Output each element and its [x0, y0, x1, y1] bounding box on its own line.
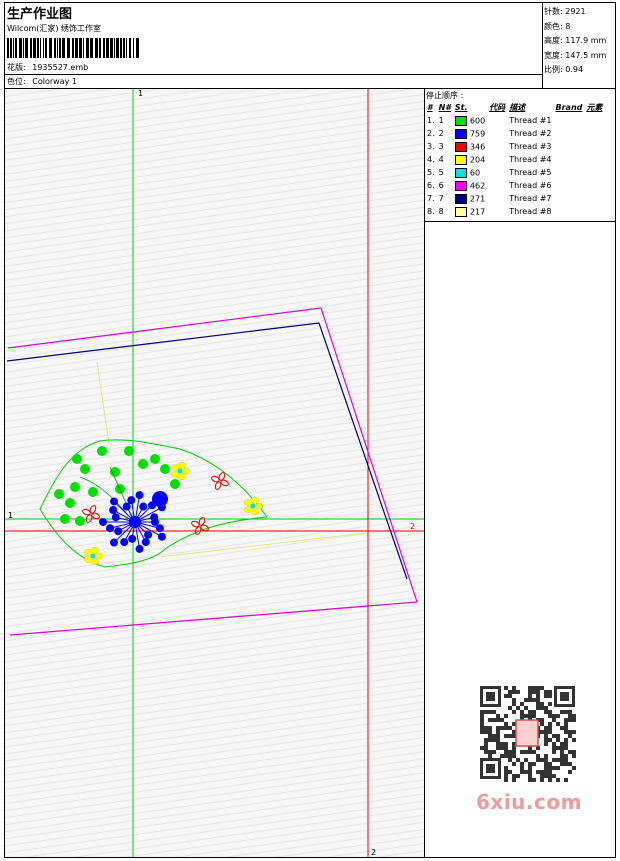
sequence-row: 2. 2 759 Thread #2 [425, 127, 604, 140]
colorway-line: 色位: Colorway 1 [7, 76, 77, 87]
design-line: 花版: 1935527.emb [7, 62, 88, 73]
row-index: 5. [427, 168, 435, 177]
axis-label-h1: 1 [8, 511, 14, 520]
magenta-outline [7, 307, 418, 636]
row-stitch: 600 [453, 114, 487, 127]
stop-sequence-panel: 停止顺序 : # N# St. 代码 描述 Brand 元素 1. 1 600 Thr… [424, 89, 615, 222]
axis-label-v1: 1 [138, 89, 144, 98]
colorway-value: Colorway 1 [32, 77, 77, 86]
design-canvas[interactable] [5, 89, 424, 857]
sequence-table: # N# St. 代码 描述 Brand 元素 1. 1 600 Thread #1 2… [425, 101, 604, 218]
row-number: 3 [438, 142, 444, 151]
row-description: Thread #5 [509, 168, 552, 177]
scale-row: 比例: 0.94 [544, 65, 584, 74]
axis-label-h2: 2 [410, 522, 416, 531]
row-description: Thread #4 [509, 155, 552, 164]
stitches-row: 针数: 2921 [544, 7, 586, 16]
row-number: 5 [438, 168, 444, 177]
col-code: 代码 [489, 103, 506, 112]
watermark-logo: 6xiu.com [476, 790, 582, 814]
sequence-row: 3. 3 346 Thread #3 [425, 140, 604, 153]
row-number: 2 [438, 129, 444, 138]
sequence-row: 6. 6 462 Thread #6 [425, 179, 604, 192]
row-index: 1. [427, 116, 435, 125]
page-title: 生产作业图 [7, 7, 73, 22]
axis-label-v2: 2 [371, 848, 377, 857]
row-stitch: 759 [453, 127, 487, 140]
colors-value: 8 [565, 21, 571, 31]
navy-outline [6, 322, 408, 580]
color-swatch [454, 193, 467, 204]
embroidery-design [5, 89, 424, 857]
sequence-row: 8. 8 217 Thread #8 [425, 205, 604, 218]
color-swatch [454, 167, 467, 178]
design-stats: 针数: 2921 颜色: 8 高度: 117.9 mm 宽度: 147.5 mm… [544, 5, 606, 78]
yellow-flowers [83, 462, 264, 565]
row-description: Thread #1 [509, 116, 552, 125]
row-number: 6 [438, 181, 444, 190]
color-swatch [454, 180, 467, 191]
row-stitch: 271 [453, 192, 487, 205]
width-row: 宽度: 147.5 mm [544, 50, 607, 60]
design-label: 花版: [7, 63, 26, 72]
sequence-header-row: # N# St. 代码 描述 Brand 元素 [425, 101, 604, 114]
row-number: 7 [438, 194, 444, 203]
barcode-image [7, 38, 139, 58]
header-divider-1 [5, 74, 542, 75]
col-index: # [427, 103, 433, 112]
color-swatch [454, 128, 467, 139]
sequence-row: 1. 1 600 Thread #1 [425, 114, 604, 127]
colors-row: 颜色: 8 [544, 21, 571, 31]
row-stitch: 204 [453, 153, 487, 166]
stitches-value: 2921 [565, 7, 586, 16]
sequence-row: 5. 5 60 Thread #5 [425, 166, 604, 179]
col-number: N# [438, 103, 451, 112]
design-file: 1935527.emb [32, 63, 89, 72]
width-value: 147.5 mm [565, 50, 607, 60]
row-description: Thread #8 [509, 207, 552, 216]
row-number: 4 [438, 155, 444, 164]
row-index: 6. [427, 181, 435, 190]
row-description: Thread #3 [509, 142, 552, 151]
row-index: 7. [427, 194, 435, 203]
color-swatch [454, 206, 467, 217]
row-description: Thread #6 [509, 181, 552, 190]
company-name: Wilcom(汇家) 绣饰工作室 [7, 24, 102, 33]
color-swatch [454, 154, 467, 165]
row-index: 8. [427, 207, 435, 216]
height-row: 高度: 117.9 mm [544, 36, 607, 45]
colorway-label: 色位: [7, 77, 26, 86]
color-swatch [454, 141, 467, 152]
row-stitch: 462 [453, 179, 487, 192]
row-number: 8 [438, 207, 444, 216]
row-index: 4. [427, 155, 435, 164]
row-index: 2. [427, 129, 435, 138]
col-element: 元素 [586, 103, 603, 112]
color-swatch [454, 115, 467, 126]
row-number: 1 [438, 116, 444, 125]
qr-code [470, 680, 585, 785]
height-value: 117.9 mm [565, 36, 607, 45]
row-index: 3. [427, 142, 435, 151]
row-stitch: 346 [453, 140, 487, 153]
sequence-header: 停止顺序 : [426, 91, 464, 100]
col-brand: Brand [555, 103, 583, 112]
col-description: 描述 [509, 103, 526, 112]
sequence-row: 4. 4 204 Thread #4 [425, 153, 604, 166]
row-stitch: 60 [453, 166, 487, 179]
sequence-row: 7. 7 271 Thread #7 [425, 192, 604, 205]
scale-value: 0.94 [565, 65, 584, 74]
row-description: Thread #2 [509, 129, 552, 138]
stats-divider [542, 3, 543, 89]
row-description: Thread #7 [509, 194, 552, 203]
row-stitch: 217 [453, 205, 487, 218]
col-stitch: St. [454, 103, 468, 112]
